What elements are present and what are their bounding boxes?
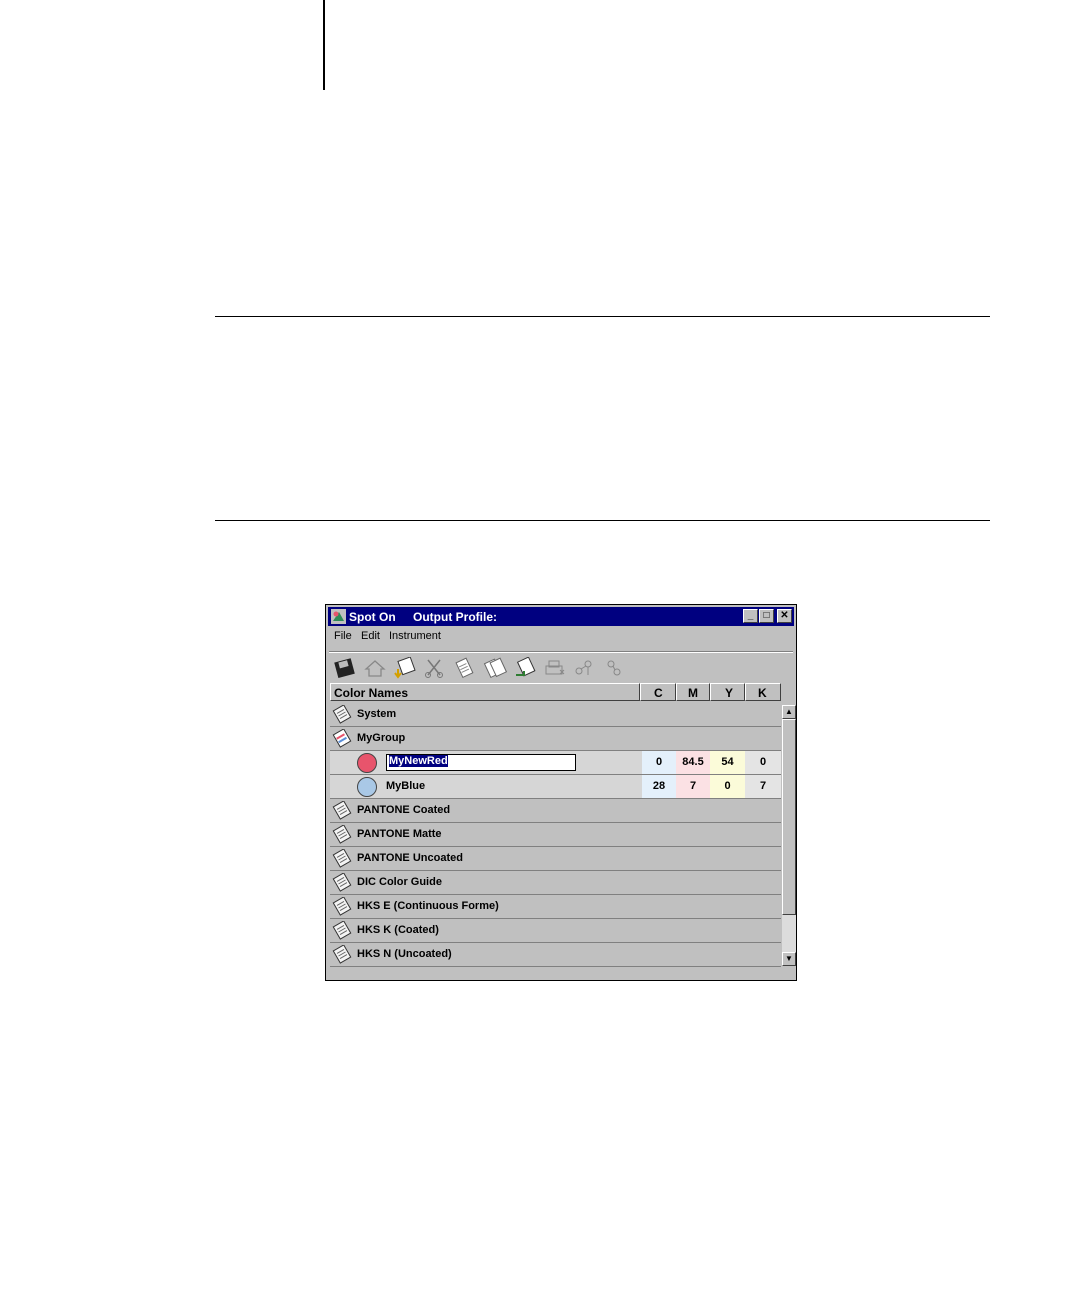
book-icon bbox=[332, 825, 352, 844]
group-row-hkse[interactable]: HKS E (Continuous Forme) bbox=[330, 895, 781, 919]
cell-y[interactable]: 0 bbox=[710, 775, 745, 798]
menu-instrument[interactable]: Instrument bbox=[389, 630, 441, 642]
menu-separator bbox=[329, 651, 793, 653]
book-icon bbox=[332, 921, 352, 940]
group-row-pantone-matte[interactable]: PANTONE Matte bbox=[330, 823, 781, 847]
cell-k[interactable]: 0 bbox=[745, 751, 781, 774]
group-row-system[interactable]: System bbox=[330, 703, 781, 727]
menu-edit[interactable]: Edit bbox=[361, 630, 380, 642]
color-name-input[interactable]: MyNewRed bbox=[386, 754, 576, 771]
scroll-up-arrow-icon[interactable]: ▲ bbox=[782, 705, 796, 719]
group-row-mygroup[interactable]: MyGroup bbox=[330, 727, 781, 751]
cell-m[interactable]: 84.5 bbox=[676, 751, 710, 774]
paste-icon[interactable] bbox=[482, 657, 508, 679]
cell-y[interactable]: 54 bbox=[710, 751, 745, 774]
cell-m[interactable]: 7 bbox=[676, 775, 710, 798]
cell-c[interactable]: 0 bbox=[642, 751, 676, 774]
group-row-pantone-uncoated[interactable]: PANTONE Uncoated bbox=[330, 847, 781, 871]
scroll-down-arrow-icon[interactable]: ▼ bbox=[782, 952, 796, 966]
color-row[interactable]: MyBlue 28 7 0 7 bbox=[330, 775, 781, 799]
group-row-hksn[interactable]: HKS N (Uncoated) bbox=[330, 943, 781, 967]
book-icon bbox=[332, 705, 352, 724]
download-icon[interactable] bbox=[392, 657, 418, 679]
home-icon[interactable] bbox=[362, 657, 388, 679]
book-icon bbox=[332, 945, 352, 964]
menu-file[interactable]: File bbox=[334, 630, 352, 642]
toolbar bbox=[330, 655, 792, 681]
window-title: Spot On bbox=[349, 610, 396, 624]
menu-bar: File Edit Instrument bbox=[328, 628, 794, 646]
color-swatch bbox=[357, 753, 377, 773]
minimize-button[interactable]: _ bbox=[743, 609, 758, 623]
col-header-m[interactable]: M bbox=[676, 683, 710, 701]
margin-rule bbox=[323, 0, 325, 90]
book-icon bbox=[332, 897, 352, 916]
section-rule-top bbox=[215, 316, 990, 317]
cell-c[interactable]: 28 bbox=[642, 775, 676, 798]
group-row-dic[interactable]: DIC Color Guide bbox=[330, 871, 781, 895]
color-list: Color Names C M Y K System MyGroup MyNew… bbox=[330, 683, 796, 967]
spot-on-window: Spot On Output Profile: _ □ ✕ File Edit … bbox=[325, 604, 797, 981]
book-icon bbox=[332, 873, 352, 892]
col-header-names[interactable]: Color Names bbox=[330, 683, 640, 701]
cut-icon[interactable] bbox=[422, 657, 448, 679]
app-icon bbox=[331, 609, 346, 624]
title-bar[interactable]: Spot On Output Profile: _ □ ✕ bbox=[328, 607, 794, 626]
color-swatch bbox=[357, 777, 377, 797]
col-header-c[interactable]: C bbox=[640, 683, 676, 701]
cell-k[interactable]: 7 bbox=[745, 775, 781, 798]
book-icon bbox=[332, 849, 352, 868]
group-row-pantone-coated[interactable]: PANTONE Coated bbox=[330, 799, 781, 823]
close-button[interactable]: ✕ bbox=[777, 609, 792, 623]
col-header-y[interactable]: Y bbox=[710, 683, 745, 701]
section-rule-bottom bbox=[215, 520, 990, 521]
col-header-k[interactable]: K bbox=[745, 683, 781, 701]
group-row-hksk[interactable]: HKS K (Coated) bbox=[330, 919, 781, 943]
link-icon[interactable] bbox=[602, 657, 628, 679]
open-book-icon bbox=[332, 729, 352, 748]
measure-icon[interactable] bbox=[572, 657, 598, 679]
color-row[interactable]: MyNewRed 0 84.5 54 0 bbox=[330, 751, 781, 775]
window-subtitle: Output Profile: bbox=[413, 610, 497, 624]
copy-icon[interactable] bbox=[452, 657, 478, 679]
vertical-scrollbar[interactable]: ▲ ▼ bbox=[782, 705, 796, 966]
import-icon[interactable] bbox=[512, 657, 538, 679]
book-icon bbox=[332, 801, 352, 820]
print-icon[interactable] bbox=[542, 657, 568, 679]
color-name: MyBlue bbox=[386, 780, 426, 792]
scroll-thumb[interactable] bbox=[782, 719, 796, 915]
maximize-button[interactable]: □ bbox=[759, 609, 774, 623]
save-icon[interactable] bbox=[332, 657, 358, 679]
